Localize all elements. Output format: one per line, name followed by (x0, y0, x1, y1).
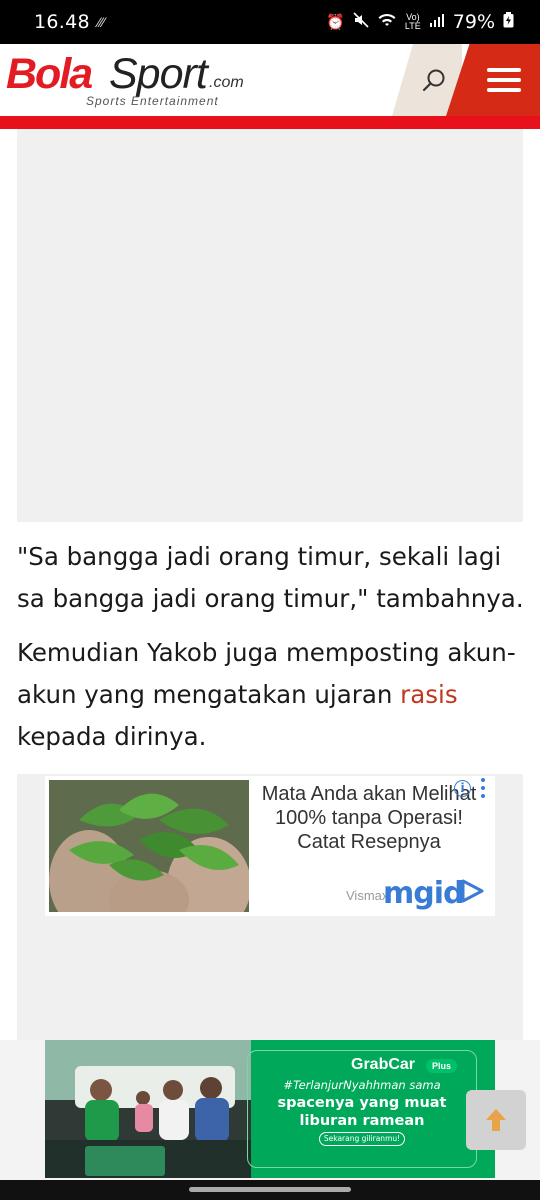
battery-percent: 79% (452, 11, 495, 33)
logo-bola: Bola (6, 50, 93, 98)
grab-banner-ad[interactable]: GrabCar Plus #TerlanjurNyahhman sama spa… (45, 1040, 495, 1178)
alarm-icon: ⏰ (326, 14, 345, 31)
status-icons: ⏰ Vo) LTE 79% (326, 11, 514, 33)
mgid-play-icon (461, 879, 484, 903)
logo-sport: Sport (109, 50, 208, 98)
ad-placeholder-top (17, 129, 523, 522)
scroll-to-top-button[interactable] (466, 1090, 526, 1150)
status-time: 16.48 (34, 11, 90, 33)
native-ad-title[interactable]: Mata Anda akan Melihat 100% tanpa Operas… (261, 782, 477, 854)
status-bar: 16.48 ⁄⁄⁄ ⏰ Vo) LTE 79% (0, 0, 540, 44)
data-saver-icon: ⁄⁄⁄ (97, 14, 105, 30)
system-nav-bar (0, 1180, 540, 1200)
article-body: "Sa bangga jadi orang timur, sekali lagi… (17, 536, 527, 770)
signal-icon (429, 12, 445, 32)
logo-com: .com (209, 74, 244, 91)
volte-icon: Vo) LTE (405, 13, 421, 31)
paragraph-text-after: kepada dirinya. (17, 722, 207, 751)
hamburger-menu-icon (487, 68, 521, 92)
grabcar-brand: GrabCar (351, 1056, 416, 1073)
native-ad-card[interactable]: Mata Anda akan Melihat 100% tanpa Operas… (45, 776, 495, 916)
article-paragraph: Kemudian Yakob juga memposting akun-akun… (17, 632, 527, 758)
ad-cta-button[interactable]: Sekarang giliranmu! (319, 1132, 405, 1146)
plus-badge: Plus (426, 1059, 458, 1073)
bolasport-logo[interactable]: Bola Sport .com Sports Entertainment (6, 50, 256, 110)
logo-tagline: Sports Entertainment (86, 94, 219, 108)
rasis-tag-link[interactable]: rasis (400, 680, 457, 709)
wifi-icon (377, 12, 397, 32)
site-header: Bola Sport .com Sports Entertainment (0, 44, 540, 116)
ad-headline-2: liburan ramean (299, 1113, 425, 1129)
search-icon (422, 69, 445, 92)
arrow-up-icon (486, 1109, 506, 1131)
more-vertical-icon[interactable] (480, 778, 486, 798)
lte-label: LTE (404, 21, 421, 31)
mute-icon (353, 12, 369, 32)
header-divider (0, 116, 540, 129)
ad-image-family-car (45, 1040, 251, 1178)
battery-charging-icon (503, 12, 514, 32)
article-quote: "Sa bangga jadi orang timur, sekali lagi… (17, 542, 524, 613)
info-icon[interactable]: i (454, 780, 471, 797)
ad-image-leaves[interactable] (49, 780, 249, 912)
home-gesture-handle[interactable] (189, 1187, 351, 1192)
mgid-logo[interactable]: mgid (383, 876, 464, 911)
ad-headline-1: spacenya yang muat (277, 1095, 447, 1111)
ad-hashtag: #TerlanjurNyahhman sama (283, 1078, 441, 1092)
